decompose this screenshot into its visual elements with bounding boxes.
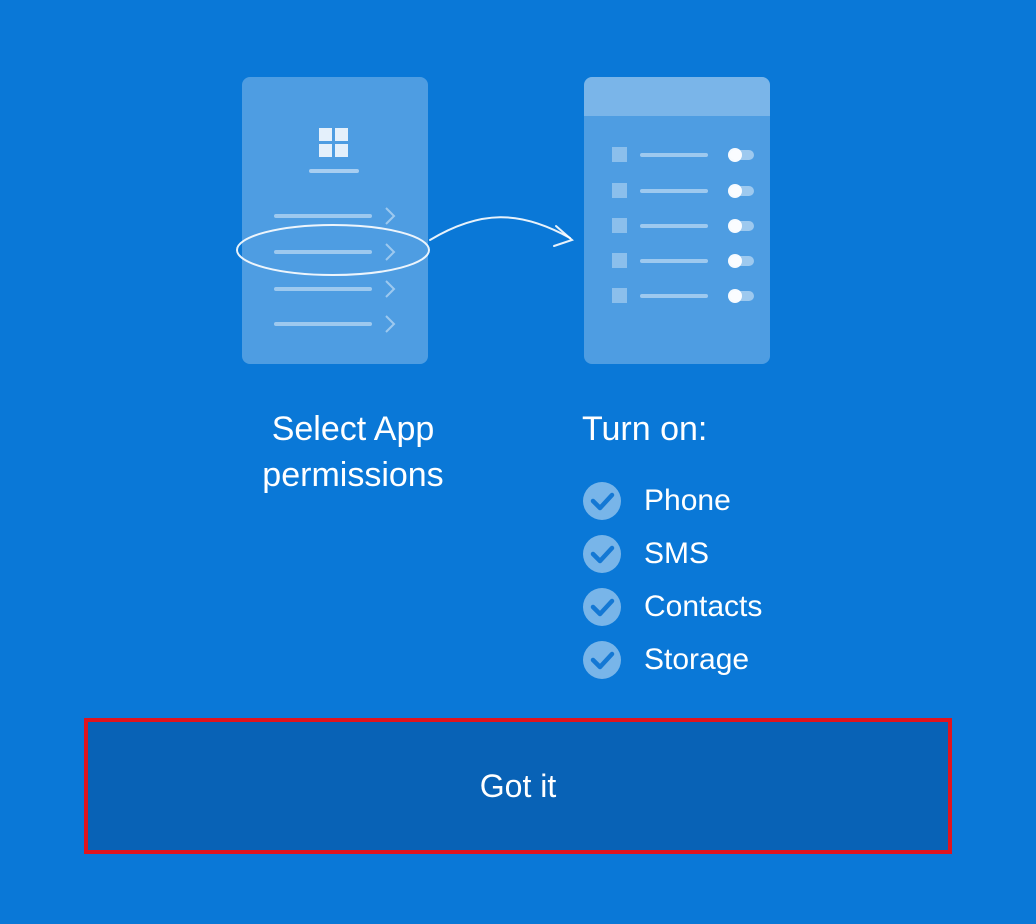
permission-label: SMS: [644, 536, 710, 570]
check-circle-icon: [583, 481, 621, 520]
app-settings-panel: [236, 77, 430, 364]
check-circle-icon: [583, 640, 621, 679]
permission-label: Phone: [644, 483, 731, 517]
permission-item-phone: Phone: [582, 474, 762, 527]
permission-label: Contacts: [644, 589, 763, 623]
permission-item-contacts: Contacts: [582, 580, 762, 633]
permissions-illustration: [236, 77, 770, 364]
got-it-button[interactable]: Got it: [84, 718, 952, 854]
check-circle-icon: [583, 534, 621, 573]
permission-item-sms: SMS: [582, 527, 762, 580]
select-app-permissions-caption: Select App permissions: [200, 406, 506, 498]
permission-label: Storage: [644, 642, 750, 676]
check-circle-icon: [583, 587, 621, 626]
caption-line-1: Select App: [271, 410, 435, 448]
permission-list: Phone SMS Contacts Storage: [582, 474, 762, 686]
caption-line-2: permissions: [262, 456, 444, 494]
permissions-guide-screen: Select App permissions Turn on: Phone SM…: [0, 0, 1036, 924]
permission-toggles-panel: [584, 77, 770, 364]
curved-arrow-icon: [429, 216, 574, 247]
permission-item-storage: Storage: [582, 633, 762, 686]
turn-on-title: Turn on:: [582, 410, 708, 448]
